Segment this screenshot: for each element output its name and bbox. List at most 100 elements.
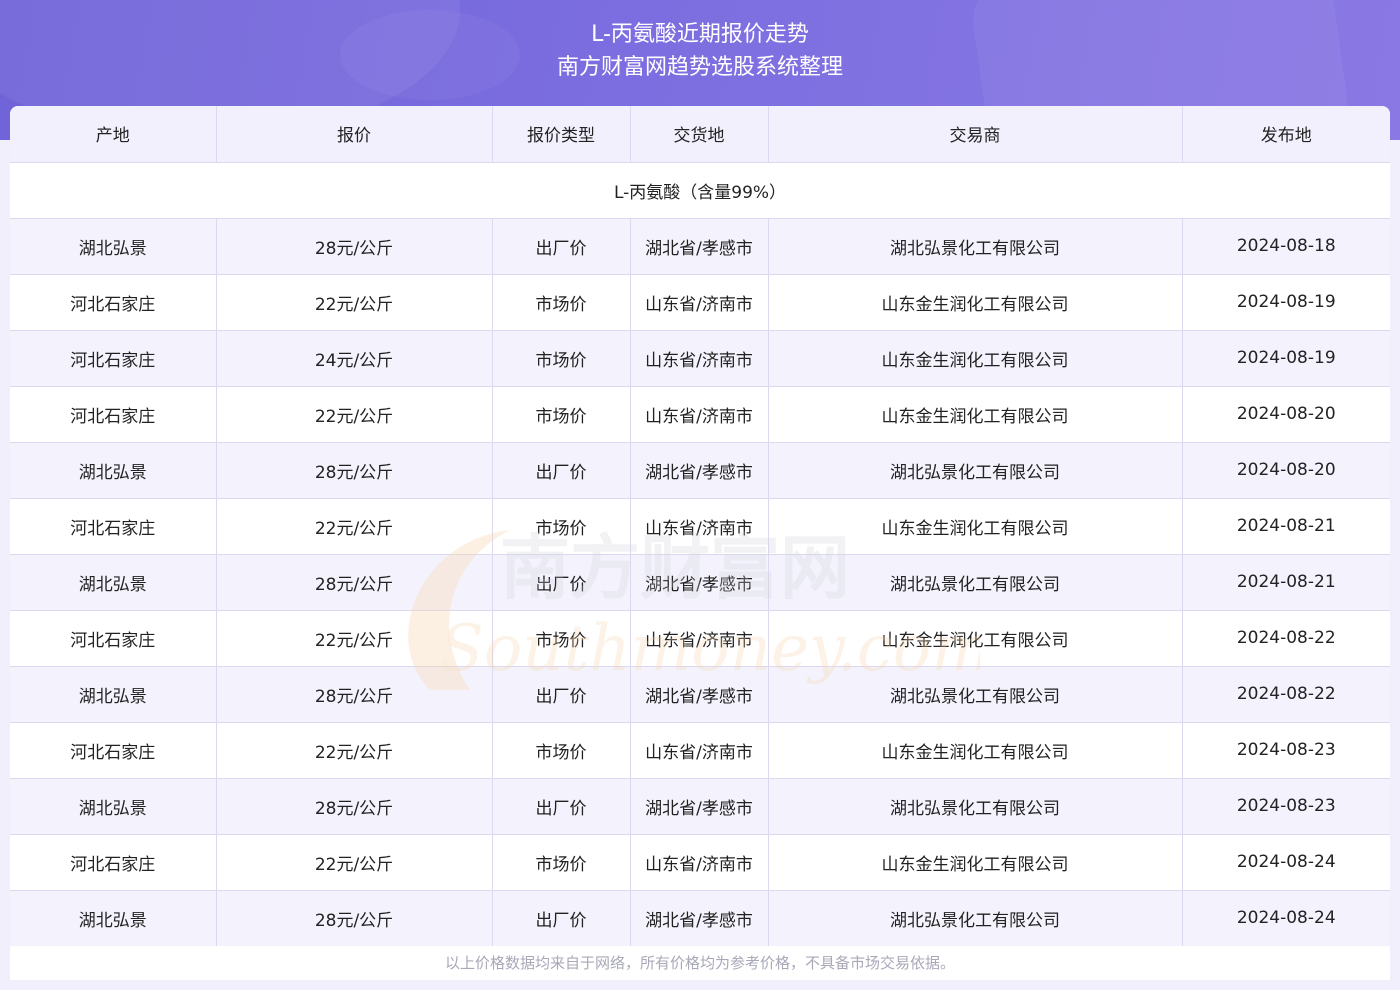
price-type-cell: 市场价 bbox=[492, 834, 631, 891]
group-label: L-丙氨酸（含量99%） bbox=[10, 162, 1390, 219]
publish-date-cell: 2024-08-22 bbox=[1182, 666, 1390, 723]
title-line-1: L-丙氨酸近期报价走势 bbox=[591, 22, 809, 47]
trader-cell: 湖北弘景化工有限公司 bbox=[768, 890, 1183, 946]
price-type-cell: 市场价 bbox=[492, 722, 631, 779]
table-row: 河北石家庄 22元/公斤 市场价 山东省/济南市 山东金生润化工有限公司 2024-08-… bbox=[10, 610, 1390, 667]
delivery-cell: 湖北省/孝感市 bbox=[630, 442, 769, 499]
price-cell: 22元/公斤 bbox=[216, 498, 493, 555]
origin-cell: 河北石家庄 bbox=[10, 610, 217, 667]
publish-date-cell: 2024-08-21 bbox=[1182, 554, 1390, 611]
table-row: 湖北弘景 28元/公斤 出厂价 湖北省/孝感市 湖北弘景化工有限公司 2024-08-24 bbox=[10, 890, 1390, 946]
publish-date-cell: 2024-08-20 bbox=[1182, 442, 1390, 499]
price-cell: 22元/公斤 bbox=[216, 834, 493, 891]
table-header-row: 产地 报价 报价类型 交货地 交易商 发布地 bbox=[10, 106, 1390, 163]
price-cell: 28元/公斤 bbox=[216, 890, 493, 946]
table-row: 湖北弘景 28元/公斤 出厂价 湖北省/孝感市 湖北弘景化工有限公司 2024-08-18 bbox=[10, 218, 1390, 275]
delivery-cell: 山东省/济南市 bbox=[630, 834, 769, 891]
price-type-cell: 出厂价 bbox=[492, 778, 631, 835]
price-cell: 22元/公斤 bbox=[216, 274, 493, 331]
trader-cell: 山东金生润化工有限公司 bbox=[768, 274, 1183, 331]
price-cell: 28元/公斤 bbox=[216, 666, 493, 723]
column-header-price-type: 报价类型 bbox=[492, 106, 631, 163]
trader-cell: 山东金生润化工有限公司 bbox=[768, 722, 1183, 779]
table-row: 湖北弘景 28元/公斤 出厂价 湖北省/孝感市 湖北弘景化工有限公司 2024-08-23 bbox=[10, 778, 1390, 835]
origin-cell: 河北石家庄 bbox=[10, 834, 217, 891]
trader-cell: 湖北弘景化工有限公司 bbox=[768, 218, 1183, 275]
table-row: 湖北弘景 28元/公斤 出厂价 湖北省/孝感市 湖北弘景化工有限公司 2024-08-20 bbox=[10, 442, 1390, 499]
price-type-cell: 出厂价 bbox=[492, 890, 631, 946]
disclaimer: 以上价格数据均来自于网络，所有价格均为参考价格，不具备市场交易依据。 bbox=[10, 946, 1390, 980]
delivery-cell: 湖北省/孝感市 bbox=[630, 554, 769, 611]
table-row: 湖北弘景 28元/公斤 出厂价 湖北省/孝感市 湖北弘景化工有限公司 2024-08-22 bbox=[10, 666, 1390, 723]
page-title: L-丙氨酸近期报价走势 南方财富网趋势选股系统整理 bbox=[0, 18, 1400, 84]
price-cell: 24元/公斤 bbox=[216, 330, 493, 387]
origin-cell: 河北石家庄 bbox=[10, 498, 217, 555]
origin-cell: 湖北弘景 bbox=[10, 890, 217, 946]
delivery-cell: 山东省/济南市 bbox=[630, 386, 769, 443]
trader-cell: 湖北弘景化工有限公司 bbox=[768, 666, 1183, 723]
column-header-price: 报价 bbox=[216, 106, 493, 163]
publish-date-cell: 2024-08-20 bbox=[1182, 386, 1390, 443]
column-header-delivery: 交货地 bbox=[630, 106, 769, 163]
price-type-cell: 出厂价 bbox=[492, 218, 631, 275]
price-table: 产地 报价 报价类型 交货地 交易商 发布地 L-丙氨酸（含量99%） 湖北弘景… bbox=[10, 106, 1390, 946]
price-type-cell: 市场价 bbox=[492, 610, 631, 667]
delivery-cell: 湖北省/孝感市 bbox=[630, 890, 769, 946]
publish-date-cell: 2024-08-23 bbox=[1182, 722, 1390, 779]
delivery-cell: 湖北省/孝感市 bbox=[630, 778, 769, 835]
trader-cell: 山东金生润化工有限公司 bbox=[768, 330, 1183, 387]
column-header-publish-date: 发布地 bbox=[1182, 106, 1390, 163]
title-line-2: 南方财富网趋势选股系统整理 bbox=[556, 55, 843, 80]
price-cell: 28元/公斤 bbox=[216, 554, 493, 611]
origin-cell: 河北石家庄 bbox=[10, 330, 217, 387]
publish-date-cell: 2024-08-19 bbox=[1182, 274, 1390, 331]
trader-cell: 山东金生润化工有限公司 bbox=[768, 834, 1183, 891]
column-header-trader: 交易商 bbox=[768, 106, 1183, 163]
trader-cell: 山东金生润化工有限公司 bbox=[768, 498, 1183, 555]
price-type-cell: 出厂价 bbox=[492, 666, 631, 723]
origin-cell: 河北石家庄 bbox=[10, 386, 217, 443]
price-cell: 22元/公斤 bbox=[216, 610, 493, 667]
delivery-cell: 山东省/济南市 bbox=[630, 498, 769, 555]
price-type-cell: 市场价 bbox=[492, 498, 631, 555]
price-cell: 28元/公斤 bbox=[216, 778, 493, 835]
delivery-cell: 湖北省/孝感市 bbox=[630, 218, 769, 275]
trader-cell: 湖北弘景化工有限公司 bbox=[768, 442, 1183, 499]
origin-cell: 湖北弘景 bbox=[10, 778, 217, 835]
price-cell: 28元/公斤 bbox=[216, 218, 493, 275]
publish-date-cell: 2024-08-21 bbox=[1182, 498, 1390, 555]
table-row: 河北石家庄 22元/公斤 市场价 山东省/济南市 山东金生润化工有限公司 2024-08-… bbox=[10, 498, 1390, 555]
price-cell: 22元/公斤 bbox=[216, 722, 493, 779]
price-type-cell: 出厂价 bbox=[492, 442, 631, 499]
publish-date-cell: 2024-08-19 bbox=[1182, 330, 1390, 387]
origin-cell: 湖北弘景 bbox=[10, 554, 217, 611]
table-row: 河北石家庄 22元/公斤 市场价 山东省/济南市 山东金生润化工有限公司 2024-08-… bbox=[10, 386, 1390, 443]
table-group-row: L-丙氨酸（含量99%） bbox=[10, 162, 1390, 219]
table-row: 河北石家庄 22元/公斤 市场价 山东省/济南市 山东金生润化工有限公司 2024-08-… bbox=[10, 722, 1390, 779]
delivery-cell: 山东省/济南市 bbox=[630, 610, 769, 667]
trader-cell: 山东金生润化工有限公司 bbox=[768, 610, 1183, 667]
price-cell: 28元/公斤 bbox=[216, 442, 493, 499]
origin-cell: 湖北弘景 bbox=[10, 666, 217, 723]
publish-date-cell: 2024-08-23 bbox=[1182, 778, 1390, 835]
table-row: 河北石家庄 24元/公斤 市场价 山东省/济南市 山东金生润化工有限公司 2024-08-… bbox=[10, 330, 1390, 387]
table-row: 湖北弘景 28元/公斤 出厂价 湖北省/孝感市 湖北弘景化工有限公司 2024-08-21 bbox=[10, 554, 1390, 611]
price-cell: 22元/公斤 bbox=[216, 386, 493, 443]
column-header-origin: 产地 bbox=[10, 106, 217, 163]
publish-date-cell: 2024-08-24 bbox=[1182, 890, 1390, 946]
price-table-card: 产地 报价 报价类型 交货地 交易商 发布地 L-丙氨酸（含量99%） 湖北弘景… bbox=[10, 106, 1390, 946]
delivery-cell: 湖北省/孝感市 bbox=[630, 666, 769, 723]
trader-cell: 湖北弘景化工有限公司 bbox=[768, 554, 1183, 611]
trader-cell: 山东金生润化工有限公司 bbox=[768, 386, 1183, 443]
origin-cell: 湖北弘景 bbox=[10, 218, 217, 275]
delivery-cell: 山东省/济南市 bbox=[630, 722, 769, 779]
origin-cell: 河北石家庄 bbox=[10, 722, 217, 779]
publish-date-cell: 2024-08-24 bbox=[1182, 834, 1390, 891]
table-row: 河北石家庄 22元/公斤 市场价 山东省/济南市 山东金生润化工有限公司 2024-08-… bbox=[10, 834, 1390, 891]
table-row: 河北石家庄 22元/公斤 市场价 山东省/济南市 山东金生润化工有限公司 2024-08-… bbox=[10, 274, 1390, 331]
price-type-cell: 市场价 bbox=[492, 330, 631, 387]
delivery-cell: 山东省/济南市 bbox=[630, 274, 769, 331]
origin-cell: 湖北弘景 bbox=[10, 442, 217, 499]
publish-date-cell: 2024-08-22 bbox=[1182, 610, 1390, 667]
trader-cell: 湖北弘景化工有限公司 bbox=[768, 778, 1183, 835]
